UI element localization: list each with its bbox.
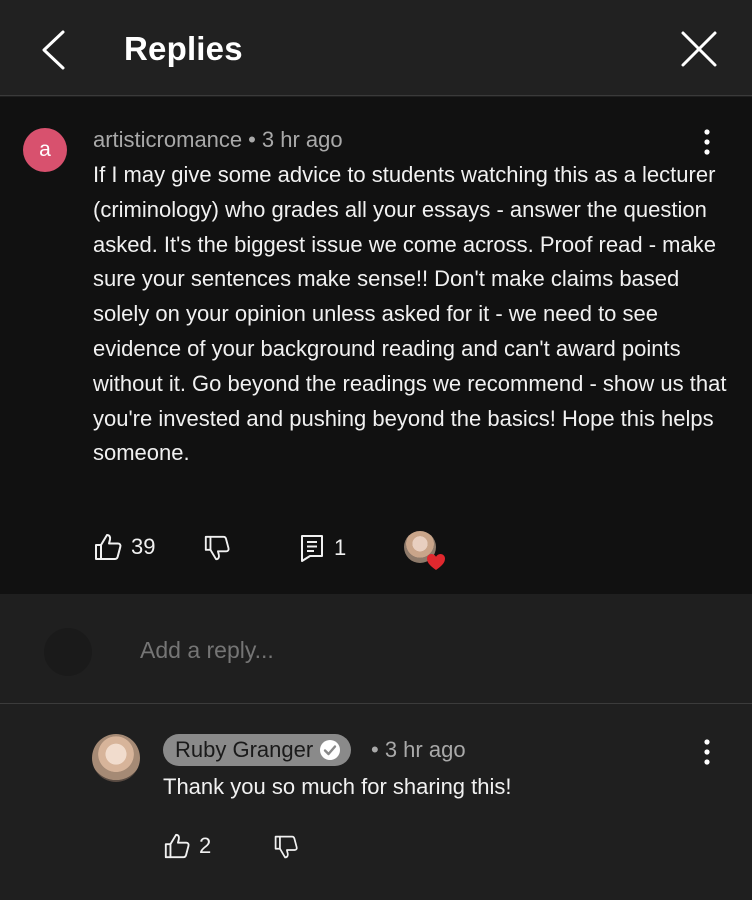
avatar[interactable]: a: [23, 128, 67, 172]
back-button[interactable]: [36, 28, 76, 72]
meta-separator: •: [248, 127, 256, 152]
close-icon: [681, 31, 717, 67]
reply-time: 3 hr ago: [384, 737, 466, 762]
reply-actions: 2: [163, 830, 363, 866]
comment-author[interactable]: artisticromance: [93, 127, 242, 152]
creator-heart-badge[interactable]: [404, 531, 445, 570]
dislike-button[interactable]: [203, 534, 231, 562]
reply-like-button[interactable]: 2: [163, 832, 211, 860]
reply-author-avatar[interactable]: [92, 734, 140, 782]
comment-time: 3 hr ago: [261, 127, 343, 152]
reply-count: 1: [334, 535, 347, 560]
reply-author: Ruby Granger: [175, 737, 314, 762]
header-bar: Replies: [0, 0, 752, 96]
more-vert-icon: [704, 129, 710, 155]
replies-button[interactable]: 1: [300, 534, 346, 562]
reply-meta: • 3 hr ago: [371, 737, 466, 763]
reply-input[interactable]: [140, 630, 680, 670]
thumbs-down-icon: [274, 835, 298, 859]
like-button[interactable]: 39: [93, 532, 155, 562]
reply-dislike-button[interactable]: [273, 834, 299, 860]
meta-separator: •: [371, 737, 379, 762]
replies-screen: Replies a artisticromance • 3 hr ago If I …: [0, 0, 752, 900]
comment-text: If I may give some advice to students wa…: [93, 162, 727, 466]
like-count: 39: [131, 534, 156, 559]
chevron-left-icon: [42, 30, 65, 70]
comment-meta: artisticromance • 3 hr ago: [93, 127, 343, 153]
thumbs-up-icon: [95, 534, 122, 560]
heart-icon: [427, 554, 445, 570]
comment-icon: [301, 535, 323, 562]
reply-like-count: 2: [199, 833, 212, 858]
comment-menu-button[interactable]: [697, 128, 717, 158]
page-title: Replies: [124, 30, 243, 67]
my-avatar: [44, 628, 92, 676]
comment-actions: 39 1: [93, 530, 493, 570]
verified-icon: [320, 740, 341, 760]
thumbs-up-icon: [164, 833, 190, 859]
more-vert-icon: [704, 739, 710, 765]
thumbs-down-icon: [204, 535, 230, 561]
reply-menu-button[interactable]: [697, 738, 717, 768]
close-button[interactable]: [678, 28, 720, 70]
reply-author-chip[interactable]: Ruby Granger: [163, 734, 352, 766]
reply-text: Thank you so much for sharing this!: [163, 774, 512, 799]
